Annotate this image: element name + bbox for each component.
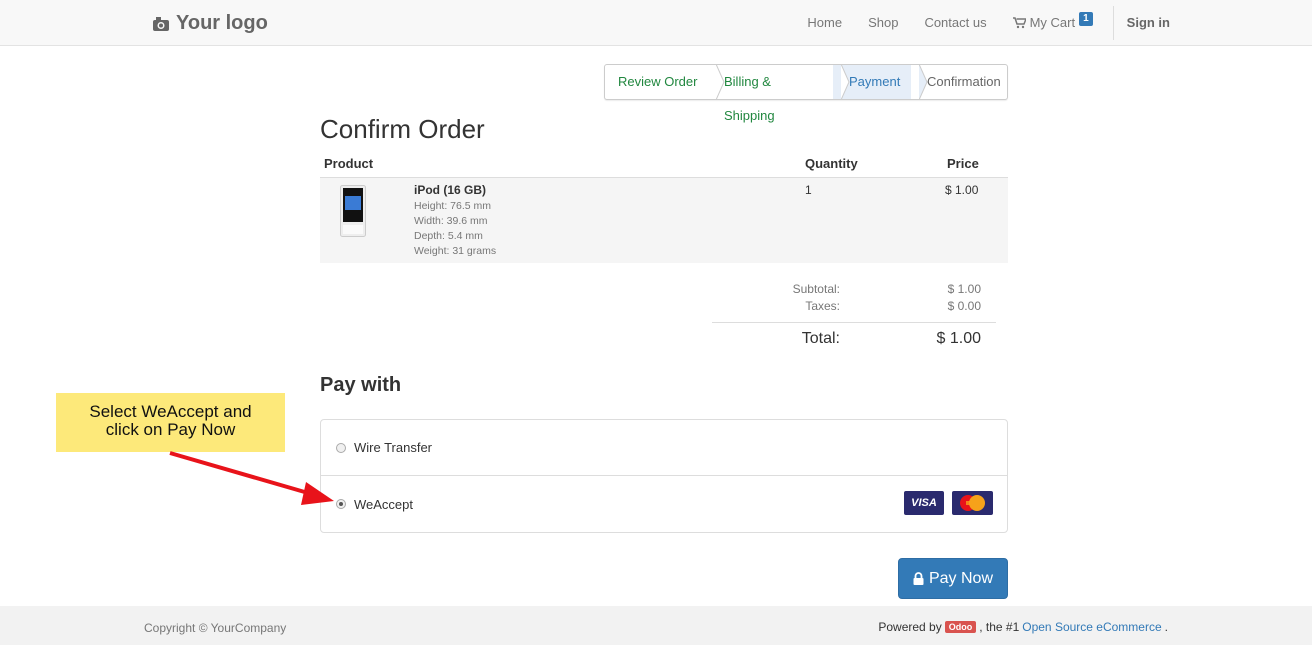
pay-now-label: Pay Now xyxy=(928,569,994,587)
powered-mid: , the #1 xyxy=(979,620,1020,634)
step-label: Review Order xyxy=(618,74,698,89)
footer: Copyright © YourCompany Powered by Odoo … xyxy=(0,606,1312,645)
product-price: $ 1.00 xyxy=(945,183,979,197)
camera-icon xyxy=(152,15,170,31)
header-price: Price xyxy=(947,156,979,171)
order-table-header: Product Quantity Price xyxy=(320,156,1008,178)
taxes-value: $ 0.00 xyxy=(947,299,981,313)
checkout-wizard: Review Order Billing & Shipping Payment … xyxy=(604,64,1008,123)
total-label: Total: xyxy=(801,330,840,347)
payment-option-wire-transfer[interactable]: Wire Transfer xyxy=(321,420,1007,476)
copyright-text: Copyright © YourCompany xyxy=(144,621,287,635)
subtotal-value: $ 1.00 xyxy=(947,282,981,296)
subtotal-label: Subtotal: xyxy=(792,282,840,296)
nav-shop[interactable]: Shop xyxy=(855,0,911,45)
step-billing-shipping[interactable]: Billing & Shipping xyxy=(708,64,850,123)
open-source-ecommerce-link[interactable]: Open Source eCommerce xyxy=(1022,620,1161,634)
wire-transfer-radio[interactable] xyxy=(336,442,346,453)
cart-icon xyxy=(1012,16,1026,28)
callout-line: Select WeAccept and xyxy=(89,402,252,421)
step-label: Billing & Shipping xyxy=(724,74,775,123)
step-review-order[interactable]: Review Order xyxy=(605,64,725,100)
nav-cart[interactable]: My Cart 1 xyxy=(1000,0,1106,45)
signin-link[interactable]: Sign in xyxy=(1114,0,1312,45)
product-attribute: Weight: 31 grams xyxy=(414,245,497,257)
step-label: Confirmation xyxy=(927,74,1001,89)
product-image[interactable] xyxy=(340,185,366,237)
total-value: $ 1.00 xyxy=(936,330,981,347)
powered-prefix: Powered by xyxy=(878,620,942,634)
visa-card-icon: VISA xyxy=(904,491,944,515)
cart-count-badge: 1 xyxy=(1079,11,1093,26)
payment-option-weaccept[interactable]: WeAccept VISA xyxy=(321,476,1007,532)
product-attribute: Width: 39.6 mm xyxy=(414,215,488,227)
powered-by: Powered by Odoo , the #1 Open Source eCo… xyxy=(878,620,1168,634)
table-row: iPod (16 GB) Height: 76.5 mm Width: 39.6… xyxy=(320,178,1008,263)
navbar: Your logo Home Shop Contact us My Cart 1… xyxy=(0,0,1312,46)
nav-contact[interactable]: Contact us xyxy=(911,0,999,45)
payment-options-panel: Wire Transfer WeAccept VISA xyxy=(320,419,1008,533)
header-quantity: Quantity xyxy=(805,156,858,171)
nav-home[interactable]: Home xyxy=(794,0,855,45)
lock-icon xyxy=(913,572,924,585)
page-title: Confirm Order xyxy=(320,114,485,144)
payment-option-label: Wire Transfer xyxy=(354,440,433,455)
mastercard-icon xyxy=(952,491,993,515)
powered-suffix: . xyxy=(1164,620,1168,634)
pay-now-button[interactable]: Pay Now xyxy=(898,558,1008,599)
product-quantity: 1 xyxy=(805,183,812,197)
logo[interactable]: Your logo xyxy=(152,11,268,35)
product-attribute: Height: 76.5 mm xyxy=(414,200,492,212)
logo-text: Your logo xyxy=(176,11,268,34)
weaccept-radio[interactable] xyxy=(336,499,346,509)
cart-label: My Cart xyxy=(1029,15,1076,30)
payment-option-label: WeAccept xyxy=(354,496,414,512)
taxes-label: Taxes: xyxy=(805,299,840,313)
total-divider xyxy=(712,322,996,323)
nav-links: Home Shop Contact us My Cart 1 Sign in xyxy=(794,0,1312,45)
callout-line: click on Pay Now xyxy=(105,420,236,439)
step-label: Payment xyxy=(849,74,901,89)
instruction-callout: Select WeAccept and click on Pay Now xyxy=(56,393,285,452)
odoo-badge[interactable]: Odoo xyxy=(944,621,977,633)
product-attribute: Depth: 5.4 mm xyxy=(414,230,483,242)
header-product: Product xyxy=(324,156,374,171)
pay-with-heading: Pay with xyxy=(320,374,402,396)
product-name[interactable]: iPod (16 GB) xyxy=(414,183,486,197)
